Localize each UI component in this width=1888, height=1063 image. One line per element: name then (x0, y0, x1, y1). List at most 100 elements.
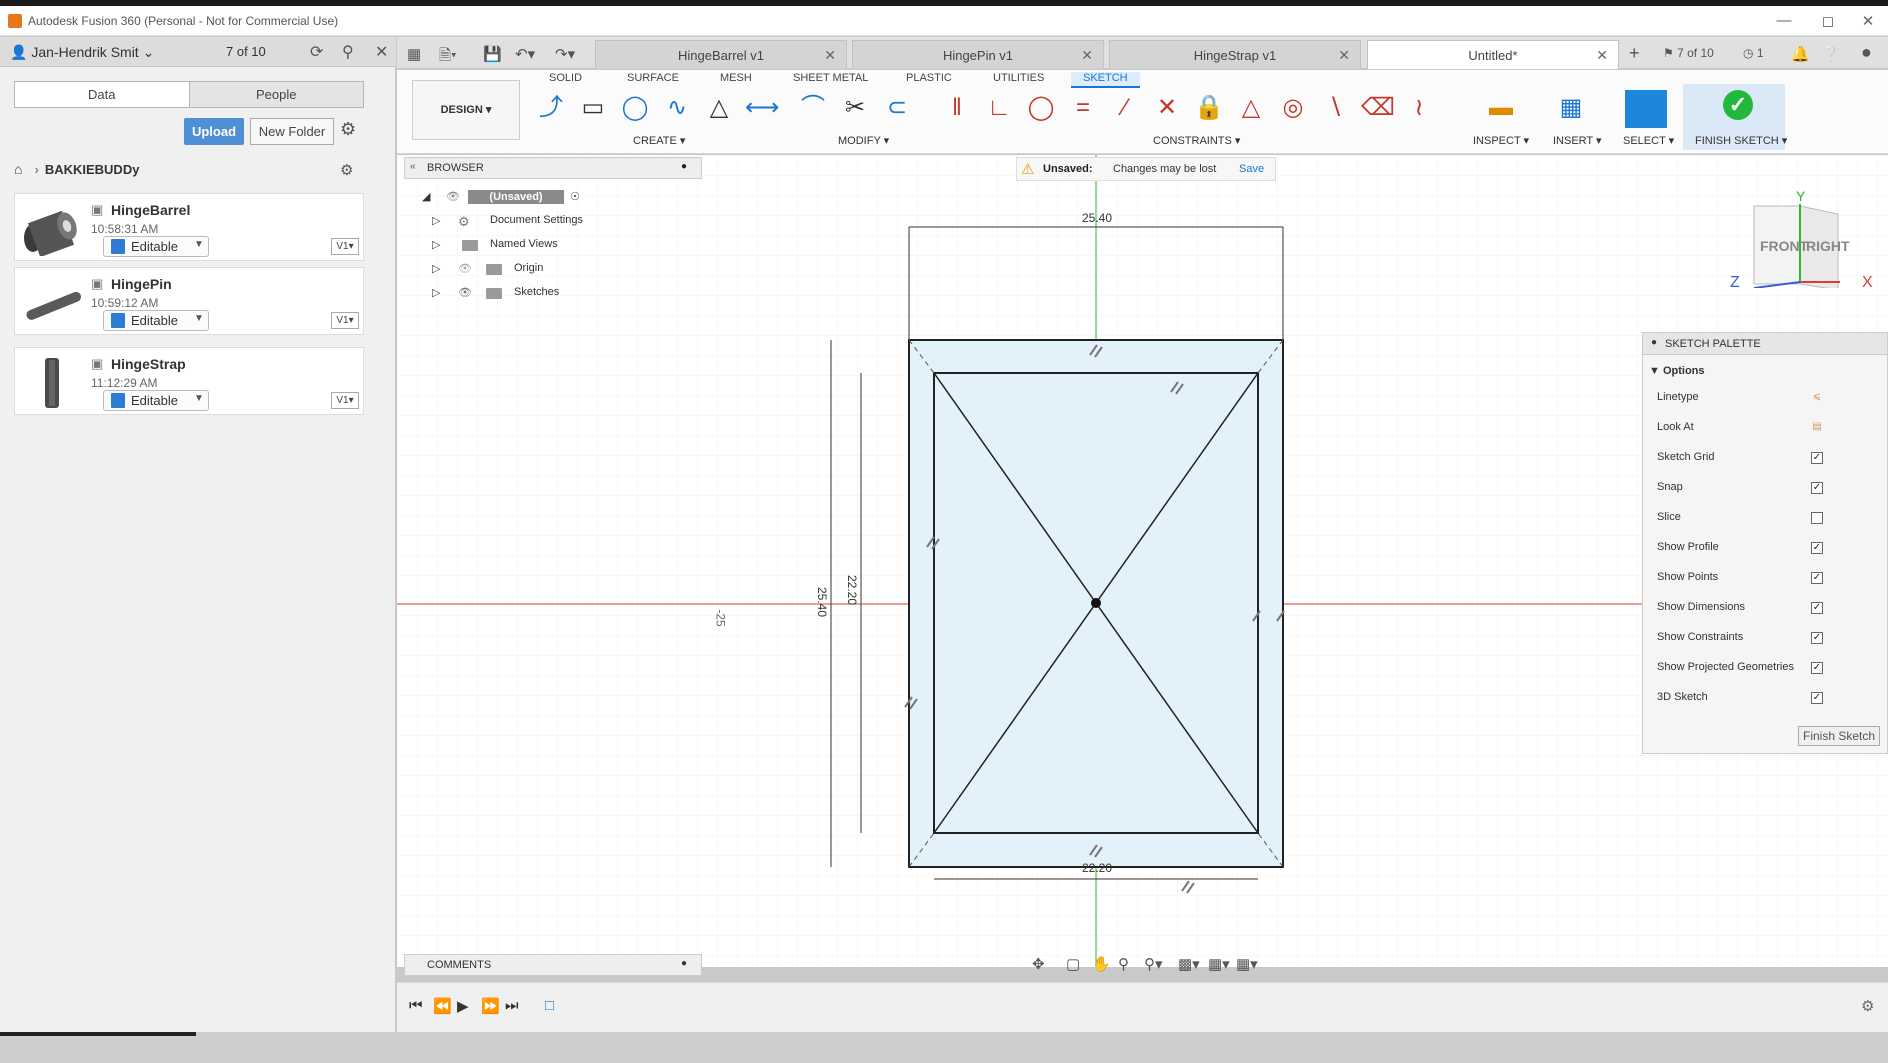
timeline-start-icon[interactable]: ⏮ (409, 997, 423, 1014)
tab-hingestrap[interactable]: HingeStrap v1 ✕ (1109, 40, 1361, 69)
fillet-tool-icon[interactable]: ⌒ (797, 92, 829, 124)
redo-icon[interactable]: ↷▾ (555, 45, 575, 63)
insert-menu[interactable]: INSERT ▾ (1553, 134, 1602, 147)
offset-tool-icon[interactable]: ⊂ (881, 92, 913, 124)
minimize-icon[interactable]: — (1774, 12, 1794, 29)
browser-item-sketches[interactable]: ▷ 👁 Sketches (404, 286, 704, 302)
workspace-switcher[interactable]: DESIGN ▾ (412, 80, 520, 140)
project-settings-icon[interactable]: ⚙ (340, 161, 353, 179)
collapse-browser-icon[interactable]: « (410, 161, 416, 172)
select-tool-icon[interactable] (1625, 90, 1667, 128)
close-tab-icon[interactable]: ✕ (1338, 47, 1350, 64)
version-dropdown[interactable]: V1▾ (331, 392, 359, 409)
cube-face-front[interactable]: FRONT (1760, 238, 1808, 254)
browser-item-origin[interactable]: ▷ 👁 Origin (404, 262, 704, 278)
tab-solid[interactable]: SOLID (549, 72, 582, 84)
midpoint-constraint-icon[interactable]: △ (1235, 92, 1267, 124)
insert-image-icon[interactable]: ▦ (1555, 92, 1587, 124)
tab-sketch[interactable]: SKETCH (1071, 72, 1140, 88)
job-status[interactable]: ◷ 1 (1743, 46, 1764, 60)
symmetry-constraint-icon[interactable]: ⌫ (1361, 92, 1395, 124)
file-card-hingebarrel[interactable]: ▣ HingeBarrel 10:58:31 AM Editable ▼ V1▾ (14, 193, 364, 261)
edit-status-dropdown[interactable]: Editable ▼ (103, 310, 209, 331)
save-link[interactable]: Save (1239, 163, 1264, 175)
tab-people[interactable]: People (190, 82, 364, 107)
tab-untitled[interactable]: Untitled* ✕ (1367, 40, 1619, 69)
undo-icon[interactable]: ↶▾ (515, 45, 535, 63)
palette-options-icon[interactable]: ● (1651, 337, 1657, 348)
show-points-checkbox[interactable]: ✓ (1811, 572, 1823, 584)
slice-checkbox[interactable] (1811, 512, 1823, 524)
timeline-next-icon[interactable]: ⏩ (481, 997, 500, 1015)
app-grid-icon[interactable]: ▦ (407, 45, 421, 63)
edit-status-dropdown[interactable]: Editable ▼ (103, 236, 209, 257)
close-window-icon[interactable]: ✕ (1858, 12, 1878, 30)
version-dropdown[interactable]: V1▾ (331, 312, 359, 329)
breadcrumb-project[interactable]: BAKKIEBUDDy (45, 162, 140, 177)
coincident-constraint-icon[interactable]: ‖ (941, 92, 973, 124)
concentric-constraint-icon[interactable]: ◎ (1277, 92, 1309, 124)
inspect-menu[interactable]: INSPECT ▾ (1473, 134, 1529, 147)
curvature-constraint-icon[interactable]: ≀ (1403, 92, 1435, 124)
palette-finish-sketch-button[interactable]: Finish Sketch (1798, 726, 1880, 746)
collinear-constraint-icon[interactable]: ∖ (1319, 92, 1351, 124)
expand-icon[interactable]: ▷ (432, 214, 440, 227)
expand-icon[interactable]: ▷ (432, 286, 440, 299)
line-tool-icon[interactable]: ⤴ (535, 92, 567, 124)
file-menu-icon[interactable]: 🗎▾ (439, 45, 457, 70)
sketch-grid-checkbox[interactable]: ✓ (1811, 452, 1823, 464)
perp-lines-constraint-icon[interactable]: ✕ (1151, 92, 1183, 124)
tab-hingebarrel[interactable]: HingeBarrel v1 ✕ (595, 40, 847, 69)
circle-tool-icon[interactable]: ◯ (619, 92, 651, 124)
doc-count[interactable]: ⚑ 7 of 10 (1663, 46, 1714, 60)
visibility-eye-icon[interactable]: 👁 (458, 286, 472, 299)
profile-avatar[interactable]: ● (1861, 42, 1872, 63)
palette-header[interactable]: ● SKETCH PALETTE (1643, 333, 1887, 355)
create-menu[interactable]: CREATE ▾ (633, 134, 685, 147)
browser-options-icon[interactable]: ● (681, 161, 687, 172)
perpendicular-constraint-icon[interactable]: ∟ (983, 92, 1015, 124)
show-dimensions-checkbox[interactable]: ✓ (1811, 602, 1823, 614)
activate-radio-icon[interactable]: ☉ (570, 190, 580, 203)
equal-constraint-icon[interactable]: = (1067, 92, 1099, 124)
save-icon[interactable]: 💾 (483, 45, 502, 63)
select-menu[interactable]: SELECT ▾ (1623, 134, 1674, 147)
dimension-tool-icon[interactable]: ⟷ (745, 92, 779, 124)
constraints-menu[interactable]: CONSTRAINTS ▾ (1153, 134, 1240, 147)
close-tab-icon[interactable]: ✕ (1081, 47, 1093, 64)
browser-root[interactable]: ◢ 👁 (Unsaved) ☉ (404, 190, 704, 206)
dimension-left-outer[interactable]: 25.40 (815, 587, 829, 617)
file-card-hingestrap[interactable]: ▣ HingeStrap 11:12:29 AM Editable ▼ V1▾ (14, 347, 364, 415)
upload-button[interactable]: Upload (184, 118, 244, 145)
tab-hingepin[interactable]: HingePin v1 ✕ (852, 40, 1104, 69)
timeline-prev-icon[interactable]: ⏪ (433, 997, 452, 1015)
file-count[interactable]: 7 of 10 (226, 44, 266, 59)
finish-check-icon[interactable]: ✓ (1723, 90, 1753, 120)
pan-hand-icon[interactable]: ✋ (1092, 955, 1111, 973)
measure-tool-icon[interactable]: ▬ (1485, 92, 1517, 124)
spline-tool-icon[interactable]: ∿ (661, 92, 693, 124)
look-at-icon[interactable]: ▢ (1066, 955, 1080, 973)
comments-panel[interactable]: COMMENTS ● (404, 954, 702, 976)
notifications-bell-icon[interactable]: 🔔 (1791, 45, 1810, 63)
options-section-toggle[interactable]: ▼ Options (1649, 365, 1705, 377)
close-tab-icon[interactable]: ✕ (1596, 47, 1608, 64)
hidden-eye-icon[interactable]: 👁 (458, 262, 472, 275)
close-tab-icon[interactable]: ✕ (824, 47, 836, 64)
grid-settings-icon[interactable]: ▦▾ (1208, 955, 1230, 973)
tab-utilities[interactable]: UTILITIES (993, 72, 1044, 84)
expand-icon[interactable]: ▷ (432, 262, 440, 275)
close-panel-icon[interactable]: ✕ (375, 42, 388, 62)
snap-checkbox[interactable]: ✓ (1811, 482, 1823, 494)
zoom-icon[interactable]: ⚲ (1118, 955, 1129, 973)
tab-surface[interactable]: SURFACE (627, 72, 679, 84)
tab-data[interactable]: Data (15, 82, 190, 107)
browser-panel-header[interactable]: « BROWSER ● (404, 157, 702, 179)
search-icon[interactable]: ⚲ (342, 42, 354, 62)
timeline-end-icon[interactable]: ⏭ (505, 997, 519, 1014)
orbit-icon[interactable]: ✥ (1032, 955, 1045, 973)
show-profile-checkbox[interactable]: ✓ (1811, 542, 1823, 554)
file-card-hingepin[interactable]: ▣ HingePin 10:59:12 AM Editable ▼ V1▾ (14, 267, 364, 335)
comments-add-icon[interactable]: ● (681, 958, 687, 969)
version-dropdown[interactable]: V1▾ (331, 238, 359, 255)
